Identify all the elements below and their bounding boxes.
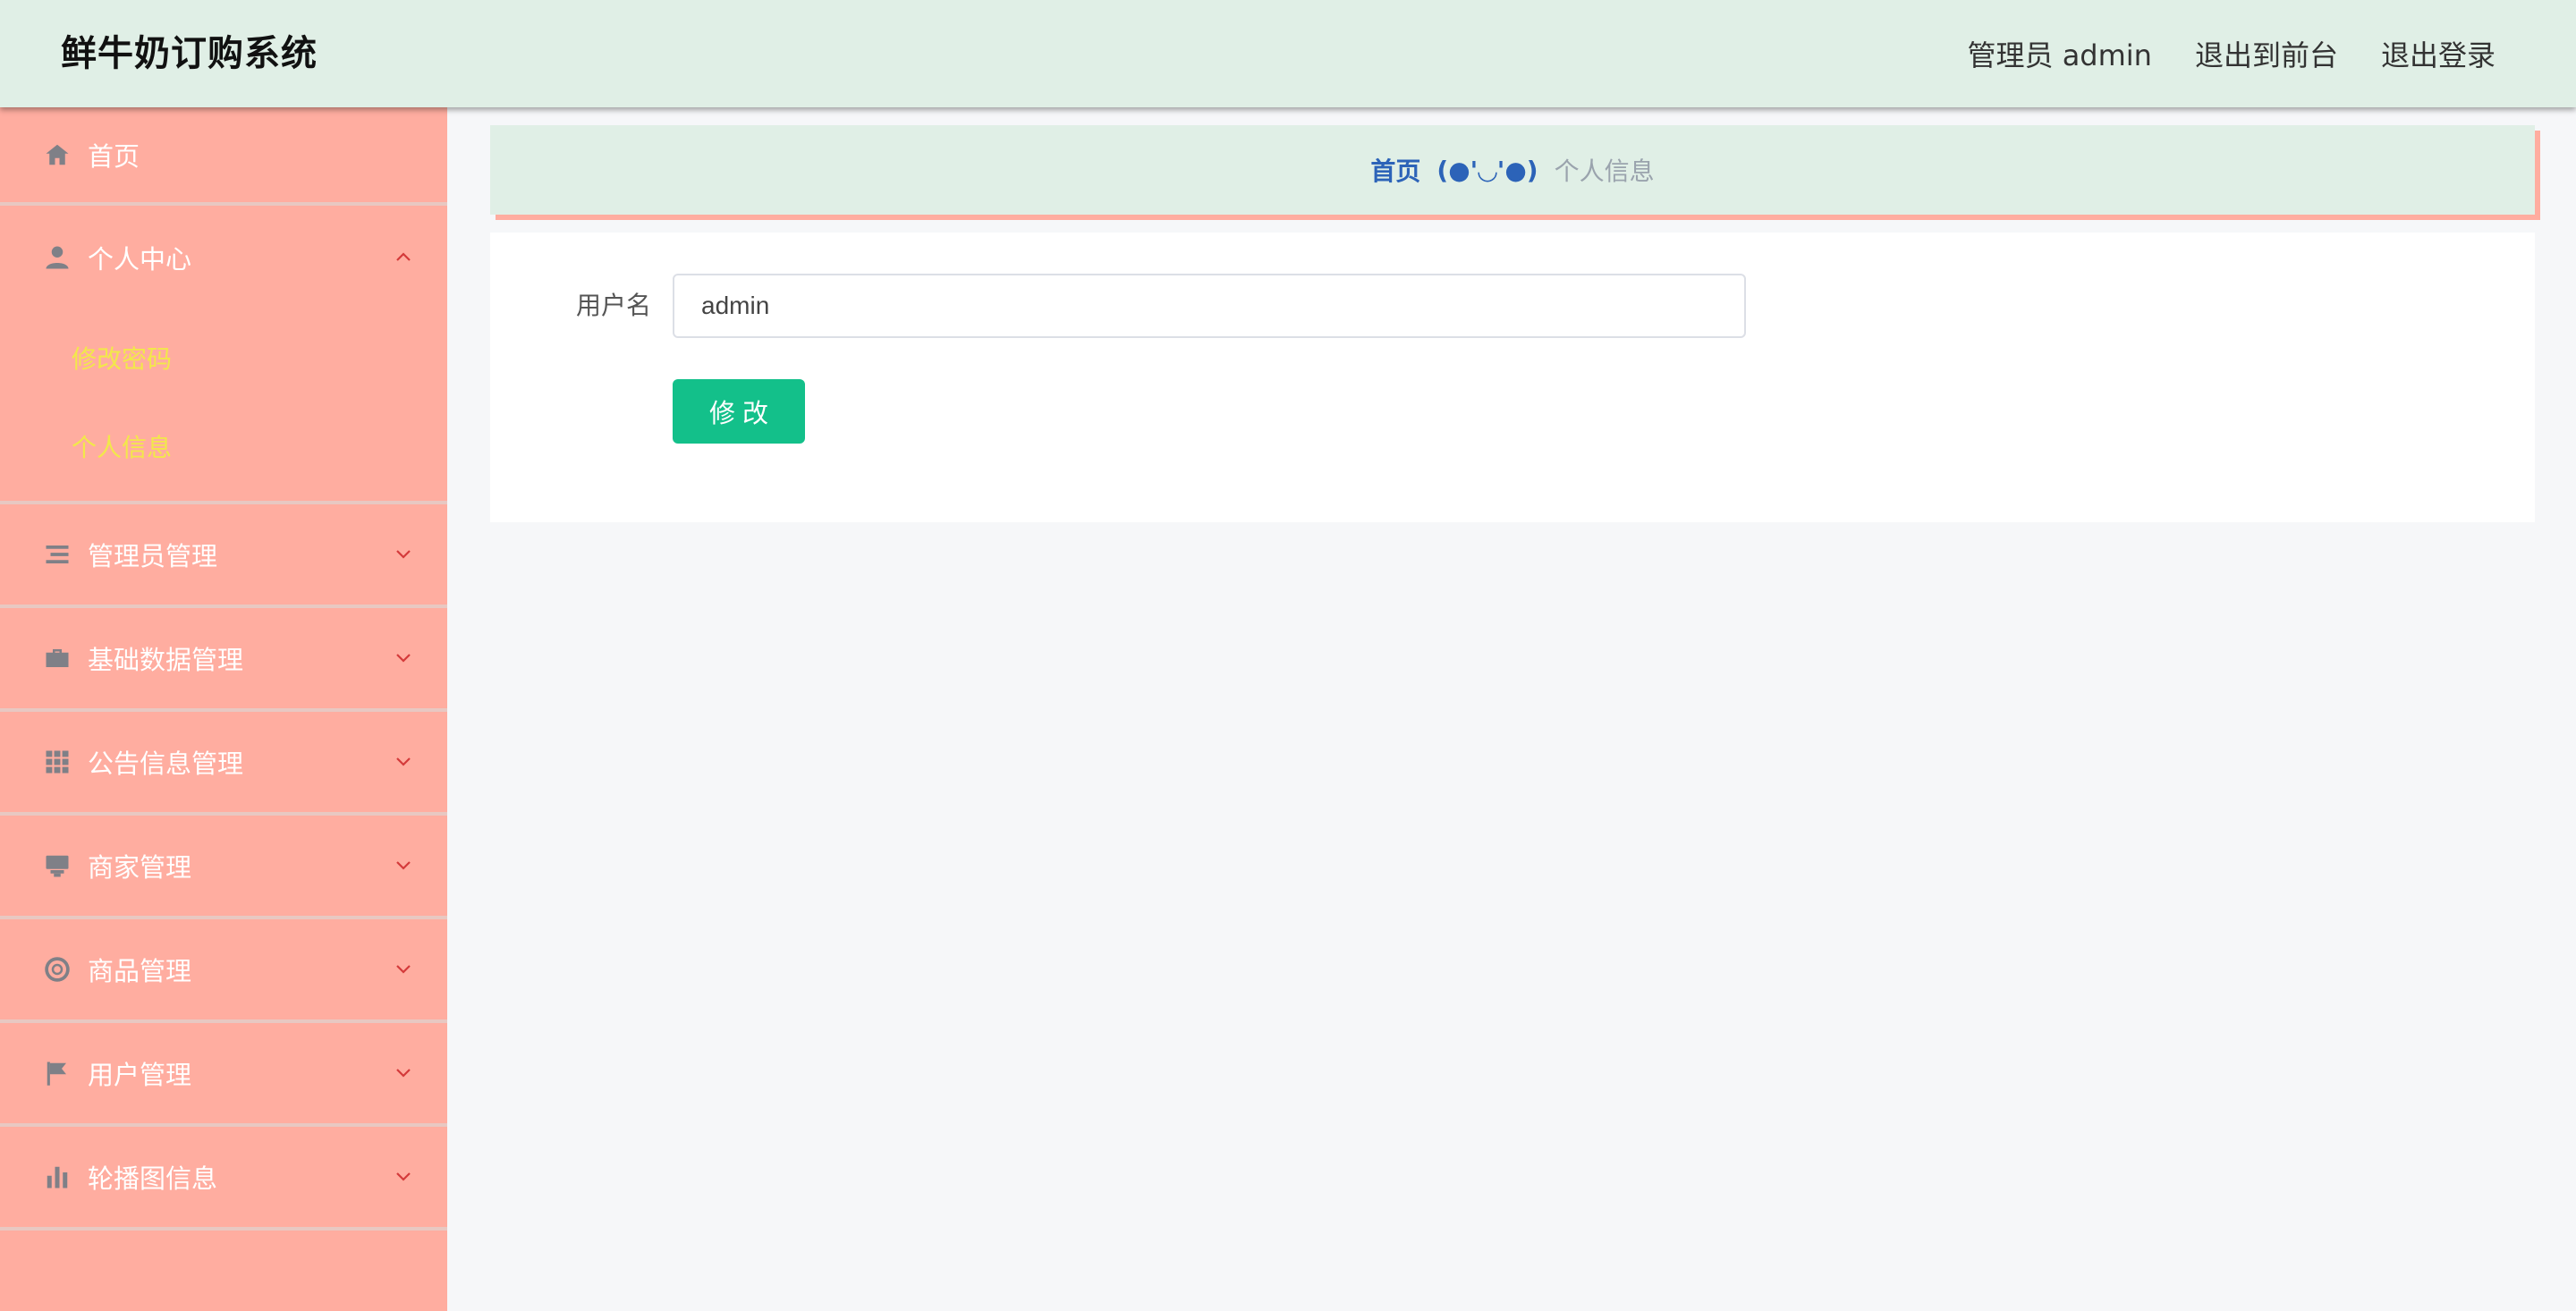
chevron-down-icon — [395, 1064, 411, 1078]
main-content: 首页 (●'◡'●) 个人信息 用户名 修改 — [447, 107, 2576, 1311]
sidebar-item-home[interactable]: 首页 — [0, 107, 447, 206]
bar-chart-icon — [43, 1163, 72, 1191]
submenu-item-personal-info[interactable]: 个人信息 — [0, 403, 447, 492]
sidebar-item-label: 首页 — [88, 141, 140, 172]
briefcase-icon — [43, 644, 72, 672]
lifebuoy-icon — [43, 955, 72, 984]
breadcrumb-current: 个人信息 — [1554, 156, 1655, 186]
username-input[interactable] — [673, 274, 1746, 338]
user-icon — [43, 243, 72, 272]
sidebar-item-label: 轮播图信息 — [88, 1163, 218, 1194]
chevron-down-icon — [395, 546, 411, 560]
sidebar-item-merchant-management[interactable]: 商家管理 — [0, 816, 447, 919]
sidebar-item-carousel-info[interactable]: 轮播图信息 — [0, 1127, 447, 1231]
sidebar-item-personal-center[interactable]: 个人中心 — [0, 206, 447, 309]
current-user-label: 管理员 admin — [1967, 38, 2152, 72]
sidebar-item-product-management[interactable]: 商品管理 — [0, 919, 447, 1023]
breadcrumb-home-link[interactable]: 首页 — [1370, 152, 1420, 188]
list-icon — [43, 540, 72, 569]
sidebar-item-label: 个人中心 — [88, 244, 192, 275]
personal-info-form: 用户名 修改 — [490, 233, 2535, 522]
chevron-down-icon — [395, 649, 411, 664]
modify-button[interactable]: 修改 — [673, 379, 805, 444]
breadcrumb-separator-face: (●'◡'●) — [1436, 155, 1538, 185]
chevron-down-icon — [395, 960, 411, 975]
sidebar-item-label: 用户管理 — [88, 1060, 192, 1090]
sidebar-item-user-management[interactable]: 用户管理 — [0, 1023, 447, 1127]
exit-to-frontend-link[interactable]: 退出到前台 — [2195, 33, 2338, 74]
chevron-down-icon — [395, 857, 411, 871]
flag-icon — [43, 1059, 72, 1087]
app-title: 鲜牛奶订购系统 — [61, 33, 318, 74]
chevron-down-icon — [395, 753, 411, 767]
personal-center-submenu: 修改密码 个人信息 — [0, 309, 447, 504]
sidebar-item-label: 基础数据管理 — [88, 645, 244, 675]
header-actions: 管理员 admin 退出到前台 退出登录 — [1968, 0, 2496, 107]
username-label: 用户名 — [576, 291, 652, 320]
sidebar-item-notice-management[interactable]: 公告信息管理 — [0, 712, 447, 816]
chevron-down-icon — [395, 1168, 411, 1182]
breadcrumb: 首页 (●'◡'●) 个人信息 — [490, 125, 2535, 215]
sidebar-item-label: 公告信息管理 — [88, 749, 244, 779]
top-header: 鲜牛奶订购系统 管理员 admin 退出到前台 退出登录 — [0, 0, 2576, 107]
logout-link[interactable]: 退出登录 — [2381, 33, 2496, 74]
home-icon — [43, 140, 72, 169]
sidebar-item-admin-management[interactable]: 管理员管理 — [0, 504, 447, 608]
sidebar-item-basic-data-management[interactable]: 基础数据管理 — [0, 608, 447, 712]
chevron-up-icon — [395, 249, 411, 263]
sidebar: 首页 个人中心 修改密码 个人信息 管理员管理 基础数据管理 公告信息管理 商家… — [0, 107, 447, 1311]
sidebar-item-label: 管理员管理 — [88, 541, 218, 571]
submenu-item-change-password[interactable]: 修改密码 — [0, 315, 447, 403]
sidebar-item-label: 商家管理 — [88, 852, 192, 883]
grid-icon — [43, 748, 72, 776]
shop-icon — [43, 851, 72, 880]
sidebar-item-label: 商品管理 — [88, 956, 192, 986]
